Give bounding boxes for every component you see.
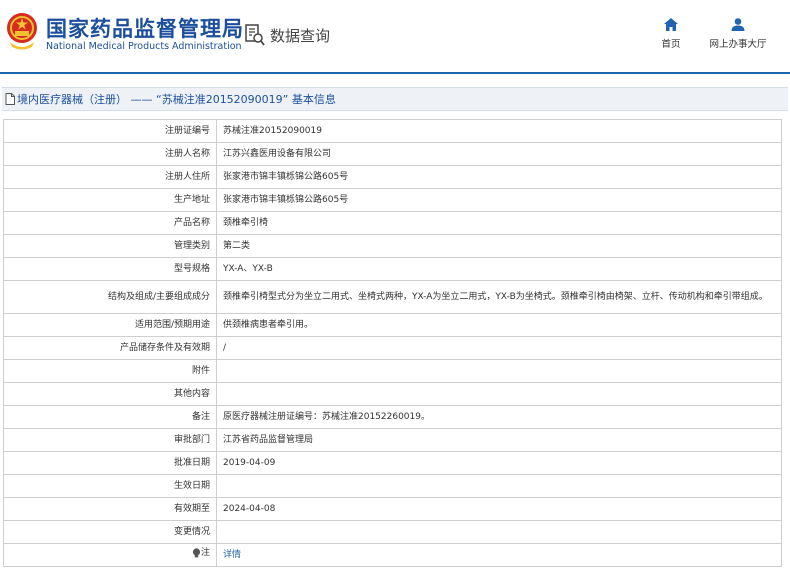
field-label: 附件 [3,359,217,383]
field-value: 张家港市锦丰镇栎锦公路605号 [216,188,782,212]
field-label: 生效日期 [3,474,217,498]
document-icon [5,93,15,105]
lightbulb-icon [192,547,201,557]
field-label: 批准日期 [3,451,217,475]
field-label: 注册人住所 [3,165,217,189]
field-value: YX-A、YX-B [216,257,782,281]
table-row: 型号规格 YX-A、YX-B [3,257,782,281]
field-value: 2024-04-08 [216,497,782,521]
field-value [216,382,782,406]
field-value: / [216,336,782,360]
field-label: 型号规格 [3,257,217,281]
table-row: 变更情况 [3,520,782,544]
table-row: 注册人名称 江苏兴鑫医用设备有限公司 [3,142,782,166]
details-link[interactable]: 详情 [223,550,241,560]
table-row: 有效期至 2024-04-08 [3,497,782,521]
field-label: 其他内容 [3,382,217,406]
data-query-icon [245,24,265,46]
field-label: 管理类别 [3,234,217,258]
field-value: 颈椎牵引椅型式分为坐立二用式、坐椅式两种，YX-A为坐立二用式，YX-B为坐椅式… [216,280,782,314]
field-value [216,520,782,544]
table-row: 注 详情 [3,543,782,567]
field-label: 产品名称 [3,211,217,235]
field-value: 江苏省药品监督管理局 [216,428,782,452]
user-icon [731,18,745,31]
field-value [216,359,782,383]
agency-name-en[interactable]: National Medical Products Administration [46,41,242,52]
table-row: 附件 [3,359,782,383]
field-label: 有效期至 [3,497,217,521]
field-label: 备注 [3,405,217,429]
home-icon [664,18,678,31]
nav-online-hall[interactable]: 网上办事大厅 [708,18,768,50]
field-value: 第二类 [216,234,782,258]
field-label: 结构及组成/主要组成成分 [3,280,217,314]
breadcrumb: 境内医疗器械（注册） —— “苏械注准20152090019” 基本信息 [2,87,788,111]
agency-name-cn[interactable]: 国家药品监督管理局 [46,13,244,43]
table-row: 其他内容 [3,382,782,406]
table-row: 管理类别 第二类 [3,234,782,258]
national-emblem-icon [7,13,37,50]
field-value: 原医疗器械注册证编号：苏械注准20152260019。 [216,405,782,429]
data-query-title: 数据查询 [245,24,330,46]
field-value: 张家港市锦丰镇栎锦公路605号 [216,165,782,189]
field-value: 江苏兴鑫医用设备有限公司 [216,142,782,166]
field-label: 注册人名称 [3,142,217,166]
field-label: 变更情况 [3,520,217,544]
field-label: 适用范围/预期用途 [3,313,217,337]
table-row: 产品名称 颈椎牵引椅 [3,211,782,235]
table-row: 生产地址 张家港市锦丰镇栎锦公路605号 [3,188,782,212]
field-value [216,474,782,498]
field-value: 2019-04-09 [216,451,782,475]
field-label: 注册证编号 [3,119,217,143]
table-row: 适用范围/预期用途 供颈椎病患者牵引用。 [3,313,782,337]
table-row: 审批部门 江苏省药品监督管理局 [3,428,782,452]
table-row: 备注 原医疗器械注册证编号：苏械注准20152260019。 [3,405,782,429]
note-label: 注 [200,547,210,558]
data-query-label: 数据查询 [270,26,331,45]
nav-online-hall-label: 网上办事大厅 [709,39,767,50]
table-row: 注册证编号 苏械注准20152090019 [3,119,782,143]
breadcrumb-text: 境内医疗器械（注册） —— “苏械注准20152090019” 基本信息 [17,93,336,106]
field-value: 颈椎牵引椅 [216,211,782,235]
field-label: 产品储存条件及有效期 [3,336,217,360]
table-row: 结构及组成/主要组成成分 颈椎牵引椅型式分为坐立二用式、坐椅式两种，YX-A为坐立… [3,280,782,314]
nav-home[interactable]: 首页 [656,18,686,50]
field-label: 生产地址 [3,188,217,212]
table-row: 生效日期 [3,474,782,498]
table-row: 注册人住所 张家港市锦丰镇栎锦公路605号 [3,165,782,189]
record-table: 注册证编号 苏械注准20152090019 注册人名称 江苏兴鑫医用设备有限公司 注… [3,119,782,567]
site-header: 国家药品监督管理局 National Medical Products Admi… [0,0,790,74]
field-value: 供颈椎病患者牵引用。 [216,313,782,337]
field-label-note: 注 [3,543,217,567]
nav-home-label: 首页 [661,39,681,50]
table-row: 产品储存条件及有效期 / [3,336,782,360]
field-label: 审批部门 [3,428,217,452]
table-row: 批准日期 2019-04-09 [3,451,782,475]
field-value: 苏械注准20152090019 [216,119,782,143]
